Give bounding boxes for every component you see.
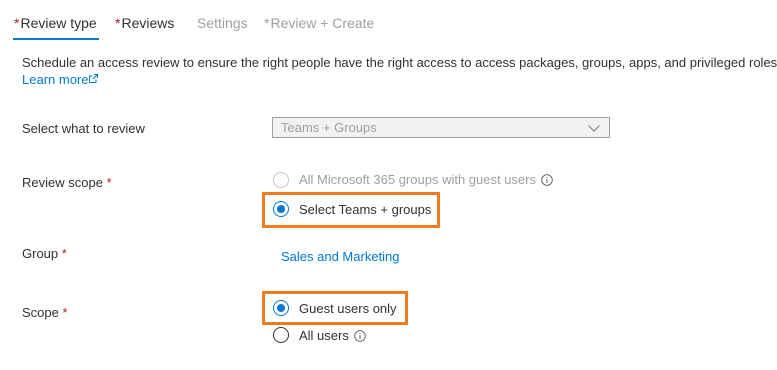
radio-select-teams-groups[interactable] — [273, 201, 289, 217]
description: Schedule an access review to ensure the … — [22, 54, 777, 88]
required-marker: * — [115, 15, 121, 31]
dropdown-value: Teams + Groups — [281, 120, 377, 135]
tab-label: Reviews — [121, 15, 175, 31]
scope-label: Scope * — [22, 305, 68, 321]
chevron-down-icon — [588, 125, 600, 132]
required-marker: * — [106, 175, 112, 190]
radio-all-users[interactable] — [273, 327, 289, 343]
option-text: All Microsoft 365 groups with guest user… — [299, 172, 536, 187]
learn-more-label: Learn more — [22, 72, 89, 87]
tab-label: Review + Create — [270, 15, 375, 31]
select-what-label: Select what to review — [22, 121, 145, 137]
tab-label: Settings — [197, 15, 248, 31]
required-marker: * — [62, 305, 68, 320]
group-link[interactable]: Sales and Marketing — [281, 249, 400, 265]
review-scope-label-text: Review scope — [22, 175, 103, 190]
radio-all-m365-groups-label: All Microsoft 365 groups with guest user… — [299, 172, 553, 188]
radio-all-users-label: All users — [299, 328, 366, 344]
active-tab-indicator — [13, 38, 99, 40]
tab-settings[interactable]: Settings — [197, 14, 248, 32]
scope-label-text: Scope — [22, 305, 59, 320]
select-what-dropdown[interactable]: Teams + Groups — [272, 117, 610, 138]
tab-review-create[interactable]: *Review + Create — [264, 14, 374, 32]
info-icon[interactable] — [541, 174, 553, 186]
option-text: Guest users only — [299, 301, 397, 316]
option-text: All users — [299, 328, 349, 343]
external-link-icon — [89, 74, 99, 83]
learn-more-link[interactable]: Learn more — [22, 72, 99, 87]
group-label-text: Group — [22, 246, 59, 261]
required-marker: * — [264, 15, 270, 31]
select-what-label-text: Select what to review — [22, 121, 145, 136]
tab-reviews[interactable]: *Reviews — [115, 14, 174, 32]
radio-guest-users-only-label: Guest users only — [299, 301, 397, 317]
description-text: Schedule an access review to ensure the … — [22, 55, 777, 70]
required-marker: * — [14, 15, 20, 31]
review-scope-label: Review scope * — [22, 175, 112, 191]
info-icon[interactable] — [354, 330, 366, 342]
option-text: Select Teams + groups — [299, 202, 432, 217]
required-marker: * — [61, 246, 67, 261]
tab-review-type[interactable]: *Review type — [14, 14, 97, 32]
tab-label: Review type — [20, 15, 97, 31]
radio-select-teams-groups-label: Select Teams + groups — [299, 202, 431, 218]
radio-all-m365-groups[interactable] — [273, 172, 289, 188]
group-label: Group * — [22, 246, 67, 262]
radio-guest-users-only[interactable] — [273, 300, 289, 316]
